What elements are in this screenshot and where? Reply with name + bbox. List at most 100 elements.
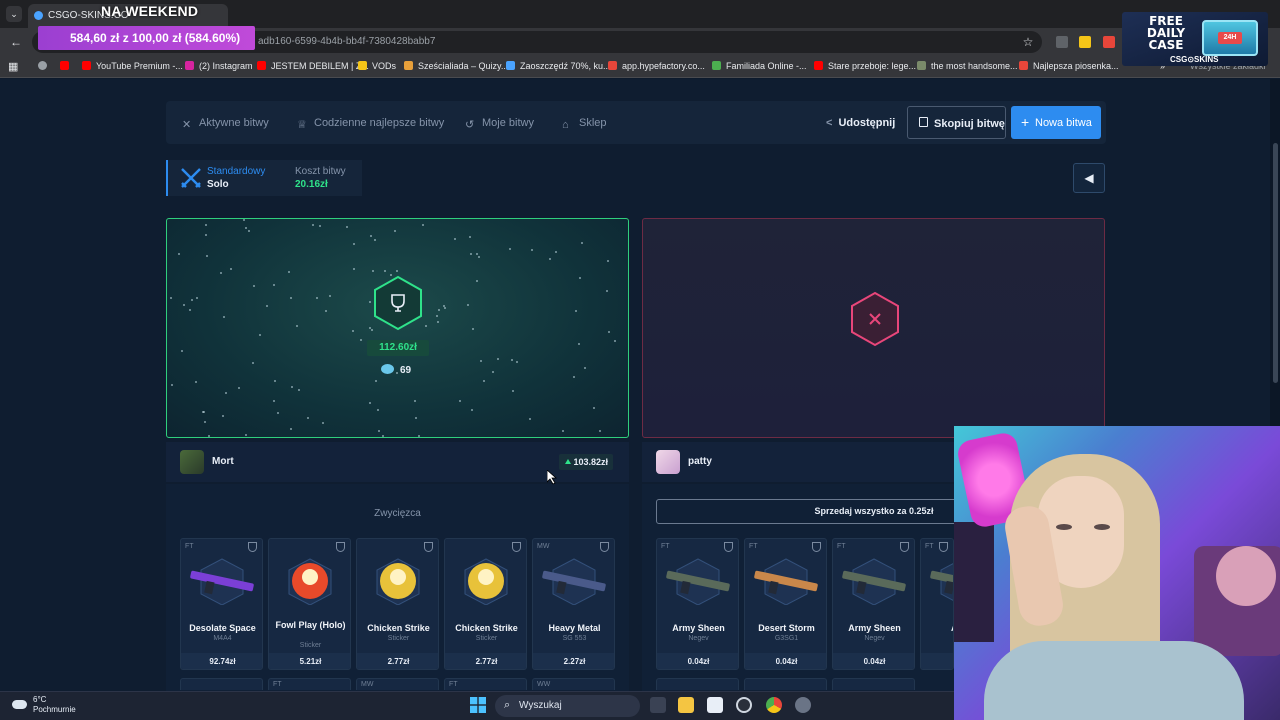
- new-battle-button[interactable]: + Nowa bitwa: [1011, 106, 1101, 139]
- trophy-hexagon-icon: [374, 275, 422, 331]
- trophy-icon: ♕: [297, 119, 307, 131]
- star-particle: [470, 408, 473, 411]
- bookmark-youtube-icon[interactable]: [60, 61, 74, 71]
- scrollbar-thumb[interactable]: [1273, 143, 1278, 383]
- avatar[interactable]: [656, 450, 680, 474]
- star-particle: [377, 429, 380, 432]
- star-particle: [394, 230, 397, 233]
- bookmark-star-icon[interactable]: ☆: [1020, 34, 1036, 50]
- shield-icon[interactable]: [939, 542, 948, 552]
- item-card[interactable]: FT: [444, 678, 527, 690]
- item-name: Desert Storm: [758, 623, 815, 633]
- item-price: 92.74zł: [181, 653, 262, 669]
- star-particle: [381, 434, 384, 437]
- item-card[interactable]: [180, 678, 263, 690]
- shield-icon[interactable]: [424, 542, 433, 552]
- item-card[interactable]: WW: [532, 678, 615, 690]
- bookmarks-bar: ▦ YouTube Premium -... (2) Instagram JES…: [0, 56, 1280, 78]
- free-daily-case-promo[interactable]: FREE DAILY CASE 24H CSG⊙SKINS: [1122, 12, 1268, 66]
- player-name[interactable]: Mort: [212, 456, 234, 467]
- url-text: adb160-6599-4b4b-bb4f-7380428babb7: [258, 36, 436, 47]
- bookmark-item[interactable]: Najlepsza piosenka...: [1019, 61, 1119, 71]
- bookmark-item[interactable]: VODs: [358, 61, 396, 71]
- item-card[interactable]: FT Desert Storm G3SG1 0.04zł: [744, 538, 827, 670]
- shield-icon[interactable]: [812, 542, 821, 552]
- shield-icon[interactable]: [336, 542, 345, 552]
- obs-icon[interactable]: [736, 697, 752, 713]
- extension-red-icon[interactable]: [1103, 36, 1115, 48]
- sound-toggle-button[interactable]: ◀: [1073, 163, 1105, 193]
- store-icon[interactable]: [707, 697, 723, 713]
- item-card[interactable]: FT Desolate Space M4A4 92.74zł: [180, 538, 263, 670]
- nav-shop[interactable]: ⌂ Sklep: [562, 117, 607, 131]
- bookmark-item[interactable]: Stare przeboje: lege...: [814, 61, 916, 71]
- item-image: [754, 558, 818, 605]
- star-particle: [272, 400, 275, 403]
- bookmark-item[interactable]: JESTEM DEBILEM | Z...: [257, 61, 369, 71]
- weather-text: Pochmurnie: [33, 705, 76, 714]
- webcam-chair: [954, 522, 994, 642]
- bookmark-github-icon[interactable]: [38, 61, 52, 71]
- windows-start-icon[interactable]: [470, 697, 486, 713]
- bookmark-item[interactable]: app.hypefactory.co...: [608, 61, 705, 71]
- webcam-person-shirt: [984, 641, 1244, 720]
- shield-icon[interactable]: [512, 542, 521, 552]
- extension-icon[interactable]: [1056, 36, 1068, 48]
- weather-widget[interactable]: 6°C Pochmurnie: [12, 695, 76, 715]
- star-particle: [471, 327, 474, 330]
- star-particle: [352, 242, 355, 245]
- bookmark-item[interactable]: Familiada Online -...: [712, 61, 807, 71]
- star-particle: [442, 305, 445, 308]
- avatar[interactable]: [180, 450, 204, 474]
- taskbar-search[interactable]: ⌕ Wyszukaj: [495, 695, 640, 717]
- bookmark-item[interactable]: YouTube Premium -...: [82, 61, 183, 71]
- item-price: 5.21zł: [269, 653, 350, 669]
- star-particle: [288, 270, 291, 273]
- shield-icon[interactable]: [600, 542, 609, 552]
- chrome-icon[interactable]: [766, 697, 782, 713]
- bookmark-item[interactable]: Zaoszczędź 70%, ku...: [506, 61, 611, 71]
- item-card[interactable]: Chicken Strike Sticker 2.77zł: [444, 538, 527, 670]
- bookmark-item[interactable]: Sześcialiada – Quizy...: [404, 61, 508, 71]
- star-particle: [598, 430, 601, 433]
- share-button[interactable]: < Udostępnij: [826, 117, 895, 129]
- item-card[interactable]: MW: [356, 678, 439, 690]
- search-icon: ⌕: [504, 699, 511, 711]
- case-icon: 24H: [1202, 20, 1258, 56]
- item-card[interactable]: [744, 678, 827, 690]
- task-view-icon[interactable]: [650, 697, 666, 713]
- item-card[interactable]: FT Army: [920, 538, 954, 670]
- player-name[interactable]: patty: [688, 456, 712, 467]
- apps-grid-icon[interactable]: ▦: [8, 60, 18, 73]
- bookmark-item[interactable]: (2) Instagram: [185, 61, 253, 71]
- back-arrow-icon[interactable]: ←: [8, 34, 24, 50]
- item-card[interactable]: [656, 678, 739, 690]
- star-particle: [424, 325, 427, 328]
- item-image: [542, 558, 606, 605]
- item-card[interactable]: FT Army Sheen Negev 0.04zł: [832, 538, 915, 670]
- copy-battle-button[interactable]: Skopiuj bitwę: [907, 106, 1006, 139]
- star-particle: [220, 272, 223, 275]
- item-card[interactable]: FT: [268, 678, 351, 690]
- item-type: Sticker: [387, 635, 410, 642]
- item-card[interactable]: MW Heavy Metal SG 553 2.27zł: [532, 538, 615, 670]
- item-card[interactable]: Chicken Strike Sticker 2.77zł: [356, 538, 439, 670]
- shield-icon[interactable]: [724, 542, 733, 552]
- tab-search-button[interactable]: ⌄: [6, 6, 22, 22]
- extension-l-icon[interactable]: [1079, 36, 1091, 48]
- item-card[interactable]: [832, 678, 915, 690]
- settings-gear-icon[interactable]: [795, 697, 811, 713]
- shield-icon[interactable]: [900, 542, 909, 552]
- star-particle: [295, 325, 298, 328]
- nav-daily-best[interactable]: ♕ Codzienne najlepsze bitwy: [297, 117, 444, 131]
- bookmark-item[interactable]: the most handsome...: [917, 61, 1018, 71]
- nav-my-battles[interactable]: ↺ Moje bitwy: [465, 117, 534, 131]
- nav-active-battles[interactable]: ✕ Aktywne bitwy: [182, 117, 269, 131]
- item-card[interactable]: Fowl Play (Holo) Sticker 5.21zł: [268, 538, 351, 670]
- star-particle: [496, 358, 499, 361]
- file-explorer-icon[interactable]: [678, 697, 694, 713]
- item-card[interactable]: FT Army Sheen Negev 0.04zł: [656, 538, 739, 670]
- shield-icon[interactable]: [248, 542, 257, 552]
- star-particle: [436, 315, 439, 318]
- star-particle: [561, 430, 564, 433]
